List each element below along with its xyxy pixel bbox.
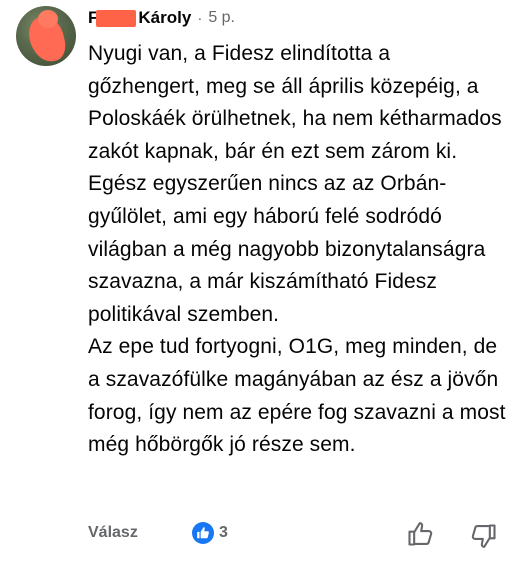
thumbs-up-icon[interactable] [192, 522, 214, 544]
author-name-redaction [96, 9, 137, 27]
reply-button[interactable]: Válasz [88, 524, 138, 542]
comment-header: F Károly · 5 p. [88, 6, 235, 30]
avatar[interactable] [16, 6, 76, 66]
avatar-redaction-top [38, 10, 58, 28]
comment-paragraph: Egész egyszerűen nincs az az Orbán-gyűlö… [88, 172, 486, 326]
like-count[interactable]: 3 [219, 524, 228, 542]
comment-actions: Válasz 3 [88, 520, 508, 550]
comment-paragraph: Az epe tud fortyogni, O1G, meg minden, d… [88, 335, 506, 457]
author-name[interactable]: Károly [138, 8, 191, 28]
thumbs-up-outline-icon[interactable] [406, 520, 434, 548]
comment-timestamp[interactable]: 5 p. [208, 9, 235, 27]
comment-body: Nyugi van, a Fidesz elindította a gőzhen… [88, 38, 508, 462]
separator-dot: · [197, 9, 203, 27]
comment-paragraph: Nyugi van, a Fidesz elindította a gőzhen… [88, 42, 502, 163]
thumbs-down-outline-icon[interactable] [470, 522, 498, 550]
